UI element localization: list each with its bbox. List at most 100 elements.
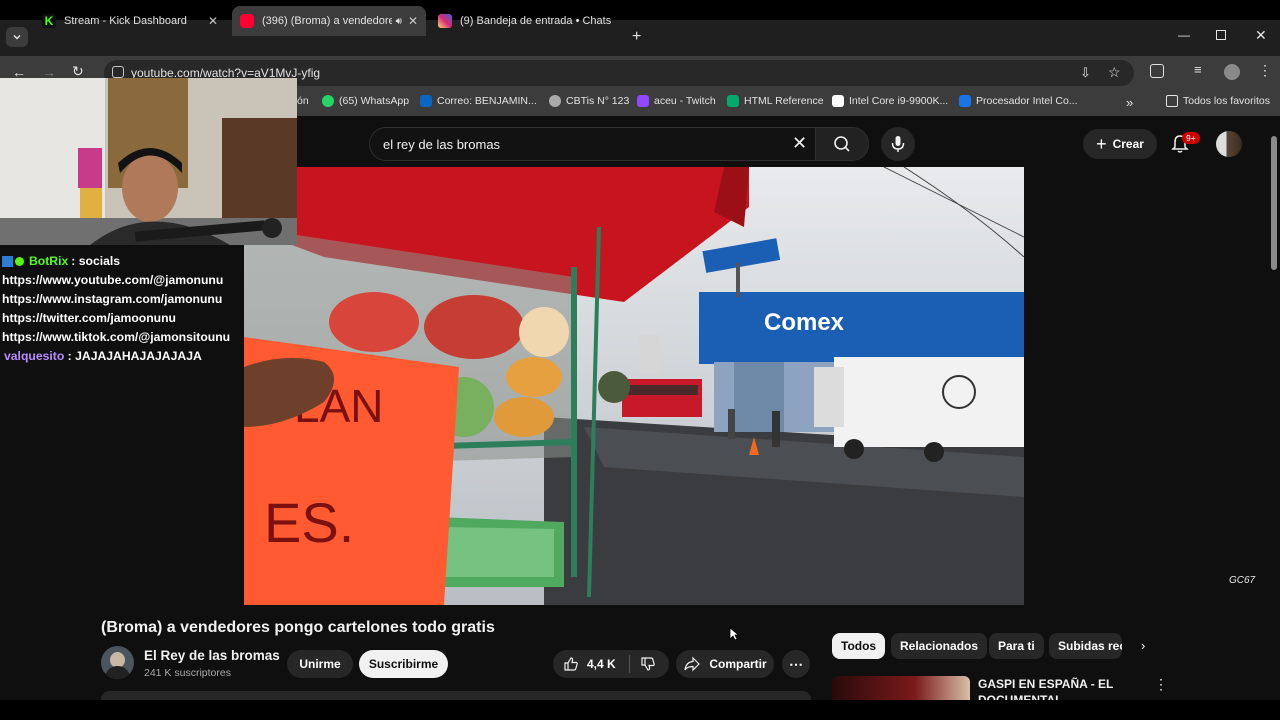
- badge-icon: [2, 256, 13, 267]
- bookmark-cbtis[interactable]: CBTis N° 123: [549, 95, 629, 107]
- bottom-black-bar: [0, 700, 1280, 720]
- speaker-icon[interactable]: 🔊︎: [396, 16, 402, 27]
- bookmark-html-reference[interactable]: HTML Reference: [727, 95, 824, 107]
- outlook-icon: [420, 95, 432, 107]
- globe-icon: [549, 95, 561, 107]
- bookmark-label: Todos los favoritos: [1183, 95, 1270, 107]
- bookmark-intel-2[interactable]: Procesador Intel Co...: [959, 95, 1078, 107]
- bookmark-label: aceu - Twitch: [654, 95, 716, 107]
- chips-next-icon[interactable]: ›: [1141, 638, 1145, 653]
- browser-menu-icon[interactable]: ⋮: [1258, 62, 1272, 79]
- chip-all[interactable]: Todos: [832, 633, 886, 659]
- user-avatar[interactable]: [1216, 131, 1242, 157]
- verified-icon: [15, 257, 24, 266]
- restore-button[interactable]: [1216, 30, 1226, 40]
- create-button[interactable]: + Crear: [1083, 129, 1157, 159]
- video-watermark: GC67: [1229, 575, 1256, 586]
- stream-chat: BotRix : socials https://www.youtube.com…: [0, 252, 244, 366]
- bookmark-label: Intel Core i9-9900K...: [849, 95, 949, 107]
- youtube-icon: [240, 14, 254, 28]
- chip-related[interactable]: Relacionados: [891, 633, 988, 659]
- tab-title: Stream - Kick Dashboard: [64, 15, 187, 27]
- close-icon[interactable]: ✕: [408, 14, 418, 28]
- thumbs-up-icon: [564, 657, 578, 671]
- chat-username[interactable]: BotRix: [29, 252, 68, 271]
- tab-youtube[interactable]: (396) (Broma) a vendedores 🔊︎ ✕: [232, 6, 426, 36]
- recommended-menu-icon[interactable]: ⋮: [1154, 676, 1168, 693]
- recommended-title-line: GASPI EN ESPAÑA - EL: [978, 677, 1114, 691]
- video-title: (Broma) a vendedores pongo cartelones to…: [101, 619, 495, 636]
- more-actions-button[interactable]: ⋯: [782, 650, 810, 678]
- bookmark-label: HTML Reference: [744, 95, 824, 107]
- subscriber-count: 241 K suscriptores: [144, 667, 231, 679]
- like-dislike-group: 4,4 K: [553, 650, 669, 678]
- mouse-cursor: [729, 627, 739, 641]
- close-icon[interactable]: ✕: [208, 14, 218, 28]
- tab-title: (9) Bandeja de entrada • Chats: [460, 15, 612, 27]
- tab-instagram[interactable]: (9) Bandeja de entrada • Chats: [430, 6, 626, 36]
- subscribe-button[interactable]: Suscribirme: [359, 650, 448, 678]
- thumbs-down-icon: [641, 657, 655, 671]
- chip-recent-uploads[interactable]: Subidas reci: [1049, 633, 1122, 659]
- recommended-thumbnail[interactable]: [832, 676, 970, 702]
- join-button[interactable]: Unirme: [287, 650, 353, 678]
- instagram-icon: [438, 14, 452, 28]
- bookmark-twitch[interactable]: aceu - Twitch: [637, 95, 716, 107]
- kick-icon: K: [42, 14, 56, 28]
- bookmark-label: Procesador Intel Co...: [976, 95, 1078, 107]
- bookmark-correo[interactable]: Correo: BENJAMIN...: [420, 95, 537, 107]
- extensions-icon[interactable]: [1150, 64, 1164, 78]
- profile-avatar[interactable]: [1224, 64, 1240, 80]
- tab-title: (396) (Broma) a vendedores: [262, 15, 392, 27]
- tab-search-button[interactable]: [6, 27, 28, 47]
- close-window-button[interactable]: ✕: [1255, 27, 1267, 44]
- page-scrollbar[interactable]: [1268, 126, 1280, 700]
- tab-kick-dashboard[interactable]: K Stream - Kick Dashboard ✕: [34, 6, 226, 36]
- scrollbar-thumb[interactable]: [1271, 136, 1277, 270]
- share-icon: [684, 656, 701, 672]
- video-frame: Comex LAN ES.: [244, 167, 1024, 605]
- search-button[interactable]: [815, 127, 869, 161]
- chat-username[interactable]: valquesito: [4, 349, 64, 363]
- star-icon[interactable]: ☆: [1108, 64, 1121, 81]
- chat-message: BotRix : socials: [0, 252, 244, 271]
- install-app-icon[interactable]: ⇩: [1080, 65, 1091, 81]
- chat-text: https://twitter.com/jamoonunu: [2, 311, 177, 325]
- chevron-down-icon: [13, 34, 21, 40]
- chat-text: https://www.instagram.com/jamonunu: [2, 292, 223, 306]
- whatsapp-icon: [322, 95, 334, 107]
- sign-text-2: ES.: [264, 491, 354, 554]
- share-button[interactable]: Compartir: [676, 650, 774, 678]
- clear-search-icon[interactable]: ✕: [792, 133, 807, 154]
- webcam-feed: [0, 78, 297, 245]
- media-control-icon[interactable]: ≡: [1194, 62, 1202, 77]
- search-text: el rey de las bromas: [383, 137, 501, 152]
- new-tab-button[interactable]: +: [632, 28, 641, 46]
- create-label: Crear: [1112, 137, 1144, 151]
- chat-text: https://www.tiktok.com/@jamonsitounu: [2, 330, 231, 344]
- channel-avatar[interactable]: [101, 646, 134, 679]
- bookmark-whatsapp[interactable]: (65) WhatsApp: [322, 95, 409, 107]
- plus-icon: +: [1096, 133, 1107, 154]
- bookmark-intel-1[interactable]: Intel Core i9-9900K...: [832, 95, 948, 107]
- minimize-button[interactable]: —: [1178, 28, 1190, 42]
- microphone-icon: [891, 136, 905, 152]
- bookmark-label: Correo: BENJAMIN...: [437, 95, 537, 107]
- bookmark-item[interactable]: ón: [297, 95, 309, 107]
- chat-text: https://www.youtube.com/@jamonunu: [2, 273, 224, 287]
- search-input[interactable]: el rey de las bromas ✕: [369, 127, 816, 161]
- bookmark-label: ón: [297, 95, 309, 107]
- video-player[interactable]: Comex LAN ES.: [244, 167, 1024, 605]
- store-sign-text: Comex: [764, 309, 845, 336]
- bookmark-label: (65) WhatsApp: [339, 95, 410, 107]
- site-info-icon[interactable]: [112, 66, 124, 78]
- chip-for-you[interactable]: Para ti: [989, 633, 1044, 659]
- amazon-icon: [832, 95, 844, 107]
- more-bookmarks-icon[interactable]: »: [1126, 95, 1133, 110]
- voice-search-button[interactable]: [881, 127, 915, 161]
- w3schools-icon: [727, 95, 739, 107]
- channel-name[interactable]: El Rey de las bromas: [144, 648, 280, 663]
- bookmark-all-favorites[interactable]: Todos los favoritos: [1166, 95, 1270, 107]
- like-button[interactable]: 4,4 K: [553, 656, 629, 672]
- dislike-button[interactable]: [630, 656, 656, 672]
